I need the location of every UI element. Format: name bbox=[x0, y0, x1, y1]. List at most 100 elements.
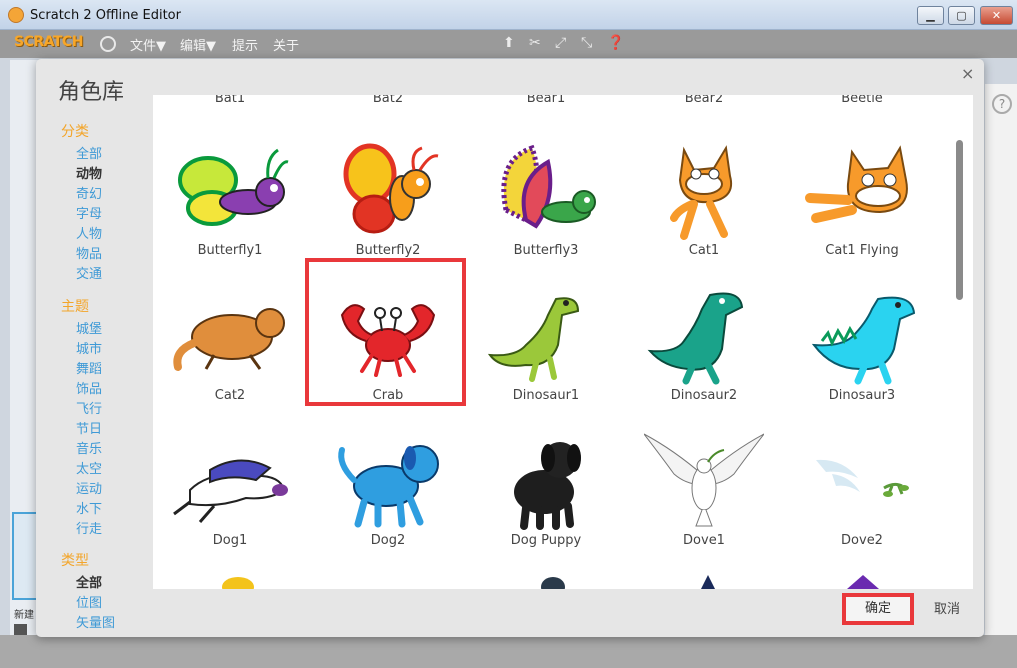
sprite-tile[interactable]: Bear2 bbox=[629, 95, 779, 109]
sprite-label: Dove1 bbox=[683, 533, 725, 548]
theme-walking[interactable]: 行走 bbox=[76, 518, 102, 537]
type-all[interactable]: 全部 bbox=[76, 572, 102, 591]
close-window-button[interactable]: ✕ bbox=[980, 6, 1013, 25]
category-things[interactable]: 物品 bbox=[76, 243, 102, 262]
cat-sprite-image bbox=[173, 308, 285, 371]
partial-sprite-image bbox=[222, 577, 254, 589]
sprite-label: Dog2 bbox=[370, 533, 406, 548]
sprite-tile[interactable]: Bat1 bbox=[155, 95, 305, 109]
sprite-tile[interactable]: Bat2 bbox=[313, 95, 463, 109]
partial-sprite-image bbox=[701, 575, 715, 589]
dinosaur-sprite-image bbox=[811, 296, 916, 385]
window-title: Scratch 2 Offline Editor bbox=[30, 8, 181, 23]
category-people[interactable]: 人物 bbox=[76, 223, 102, 242]
scratch-logo[interactable]: SCRATCH bbox=[14, 34, 83, 50]
sprite-tile[interactable]: Bear1 bbox=[471, 95, 621, 109]
sprite-tile-butterfly3[interactable]: Butterfly3 bbox=[471, 135, 621, 275]
sprite-label: Bear1 bbox=[526, 95, 566, 106]
menu-edit[interactable]: 编辑▼ bbox=[180, 35, 216, 54]
theme-holiday[interactable]: 节日 bbox=[76, 418, 102, 437]
category-letters[interactable]: 字母 bbox=[76, 203, 102, 222]
grow-icon[interactable]: ⤢ bbox=[555, 35, 566, 51]
sprite-tile-butterfly1[interactable]: Butterfly1 bbox=[155, 135, 305, 275]
sprite-label: Dinosaur2 bbox=[670, 388, 738, 403]
menu-about[interactable]: 关于 bbox=[273, 35, 299, 54]
sprite-label: Dinosaur3 bbox=[828, 388, 896, 403]
sprite-library-dialog: 角色库 × 分类 全部 动物 奇幻 字母 人物 物品 交通 主题 城堡 城市 舞… bbox=[36, 59, 984, 637]
maximize-button[interactable]: ▢ bbox=[948, 6, 975, 25]
bottom-bar bbox=[0, 635, 1017, 668]
ok-button[interactable]: 确定 bbox=[842, 593, 914, 625]
sprite-tile-dove1[interactable]: Dove1 bbox=[629, 425, 779, 565]
theme-underwater[interactable]: 水下 bbox=[76, 498, 102, 517]
sprite-label: Cat1 bbox=[688, 243, 720, 258]
section-category-title: 分类 bbox=[61, 124, 89, 140]
sprite-tile[interactable]: Beetle bbox=[787, 95, 937, 109]
cancel-button[interactable]: 取消 bbox=[922, 597, 972, 623]
cat-sprite-image bbox=[670, 145, 732, 240]
theme-dance[interactable]: 舞蹈 bbox=[76, 358, 102, 377]
menu-tips[interactable]: 提示 bbox=[232, 35, 258, 54]
sprite-tile-dog2[interactable]: Dog2 bbox=[313, 425, 463, 565]
window-titlebar: Scratch 2 Offline Editor ▁ ▢ ✕ bbox=[0, 0, 1017, 30]
sprite-label: Bat1 bbox=[214, 95, 246, 106]
sprite-label: Cat1 Flying bbox=[825, 243, 899, 258]
new-sprite-label: 新建 bbox=[14, 610, 34, 621]
help-icon[interactable]: ? bbox=[992, 94, 1012, 114]
scratch-cat-icon bbox=[8, 7, 24, 23]
dinosaur-sprite-image bbox=[487, 297, 580, 382]
shrink-icon[interactable]: ⤡ bbox=[581, 35, 592, 51]
puppy-sprite-image bbox=[514, 442, 581, 530]
sprite-label: Dove2 bbox=[841, 533, 883, 548]
dove-sprite-image bbox=[644, 433, 764, 527]
theme-dress-up[interactable]: 饰品 bbox=[76, 378, 102, 397]
dog-sprite-image bbox=[173, 459, 288, 523]
type-bitmap[interactable]: 位图 bbox=[76, 592, 102, 611]
scripts-panel bbox=[985, 84, 1017, 664]
sprite-tile-cat1-flying[interactable]: Cat1 Flying bbox=[787, 135, 937, 275]
sprite-label: Butterfly3 bbox=[513, 243, 579, 258]
sprite-tile-dog-puppy[interactable]: Dog Puppy bbox=[471, 425, 621, 565]
sprite-grid: Bat1 Bat2 Bear1 Bear2 Beetle Butterfly1 bbox=[153, 95, 973, 589]
sprite-label: Bear2 bbox=[684, 95, 724, 106]
sprite-tile-dinosaur3[interactable]: Dinosaur3 bbox=[787, 280, 937, 420]
category-fantasy[interactable]: 奇幻 bbox=[76, 183, 102, 202]
dialog-title: 角色库 bbox=[58, 80, 125, 105]
theme-castle[interactable]: 城堡 bbox=[76, 318, 102, 337]
category-animals[interactable]: 动物 bbox=[76, 163, 102, 182]
sprite-tile-dove2[interactable]: Dove2 bbox=[787, 425, 937, 565]
sprite-tile-cat2[interactable]: Cat2 bbox=[155, 280, 305, 420]
grid-scrollbar-thumb[interactable] bbox=[956, 140, 963, 300]
theme-city[interactable]: 城市 bbox=[76, 338, 102, 357]
butterfly-sprite-image bbox=[178, 148, 289, 226]
sprite-label: Beetle bbox=[841, 95, 883, 106]
sprite-tile-dinosaur2[interactable]: Dinosaur2 bbox=[629, 280, 779, 420]
cut-icon[interactable]: ✂ bbox=[529, 35, 541, 51]
category-all[interactable]: 全部 bbox=[76, 143, 102, 162]
menu-file[interactable]: 文件▼ bbox=[130, 35, 166, 54]
sprite-label: Dog Puppy bbox=[510, 533, 582, 548]
help-tool-icon[interactable]: ❓ bbox=[607, 35, 624, 51]
sprite-tile-dog1[interactable]: Dog1 bbox=[155, 425, 305, 565]
sprite-tile-cat1[interactable]: Cat1 bbox=[629, 135, 779, 275]
paint-icon[interactable] bbox=[14, 624, 27, 635]
sprite-label: Butterfly2 bbox=[355, 243, 421, 258]
sprite-label: Dinosaur1 bbox=[512, 388, 580, 403]
category-transportation[interactable]: 交通 bbox=[76, 263, 102, 282]
partial-sprite-image bbox=[541, 577, 565, 589]
duplicate-stamp-icon[interactable]: ⬆ bbox=[503, 35, 515, 51]
close-icon[interactable]: × bbox=[961, 64, 974, 83]
cat-sprite-image bbox=[805, 145, 908, 223]
theme-space[interactable]: 太空 bbox=[76, 458, 102, 477]
section-theme-title: 主题 bbox=[61, 299, 89, 315]
sprite-tile-butterfly2[interactable]: Butterfly2 bbox=[313, 135, 463, 275]
theme-music[interactable]: 音乐 bbox=[76, 438, 102, 457]
sprite-label: Butterfly1 bbox=[197, 243, 263, 258]
theme-flying[interactable]: 飞行 bbox=[76, 398, 102, 417]
minimize-button[interactable]: ▁ bbox=[917, 6, 944, 25]
sprite-tile-dinosaur1[interactable]: Dinosaur1 bbox=[471, 280, 621, 420]
theme-sports[interactable]: 运动 bbox=[76, 478, 102, 497]
globe-icon[interactable] bbox=[100, 36, 116, 52]
selected-sprite-highlight bbox=[305, 258, 466, 406]
type-vector[interactable]: 矢量图 bbox=[76, 612, 115, 631]
